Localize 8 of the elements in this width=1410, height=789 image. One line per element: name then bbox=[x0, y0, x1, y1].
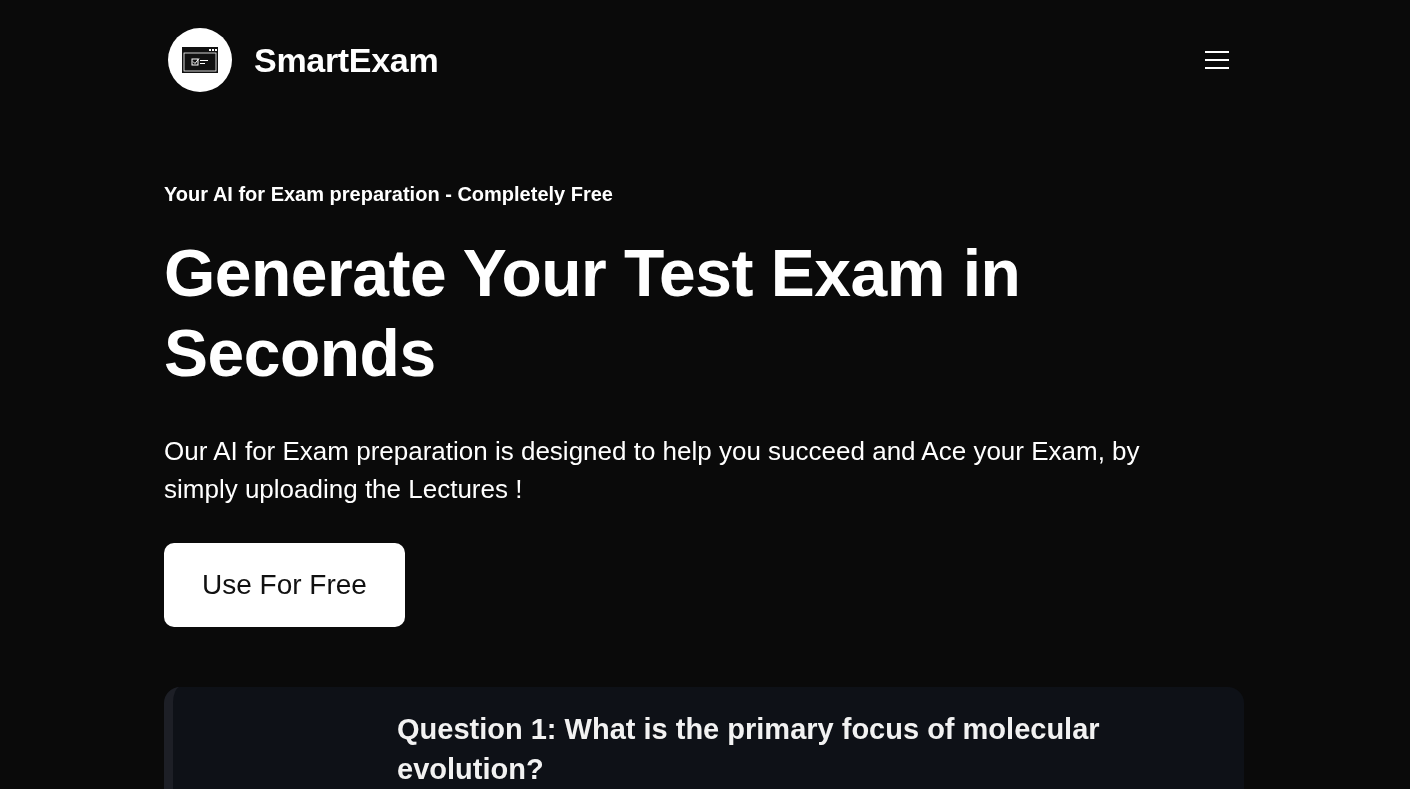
logo-icon bbox=[168, 28, 232, 92]
use-for-free-button[interactable]: Use For Free bbox=[164, 543, 405, 627]
description: Our AI for Exam preparation is designed to help you succeed and Ace your Exam, by simply uploading the Lectures ! bbox=[164, 435, 1141, 506]
menu-icon[interactable] bbox=[1205, 50, 1229, 70]
question-title: Question 1: What is the primary focus of molecular evolution? bbox=[397, 712, 1101, 787]
headline: Generate Your Test Exam in Seconds bbox=[164, 235, 1022, 392]
brand-name: SmartExam bbox=[254, 40, 439, 80]
tagline: Your AI for Exam preparation - Completely Free bbox=[164, 182, 614, 206]
